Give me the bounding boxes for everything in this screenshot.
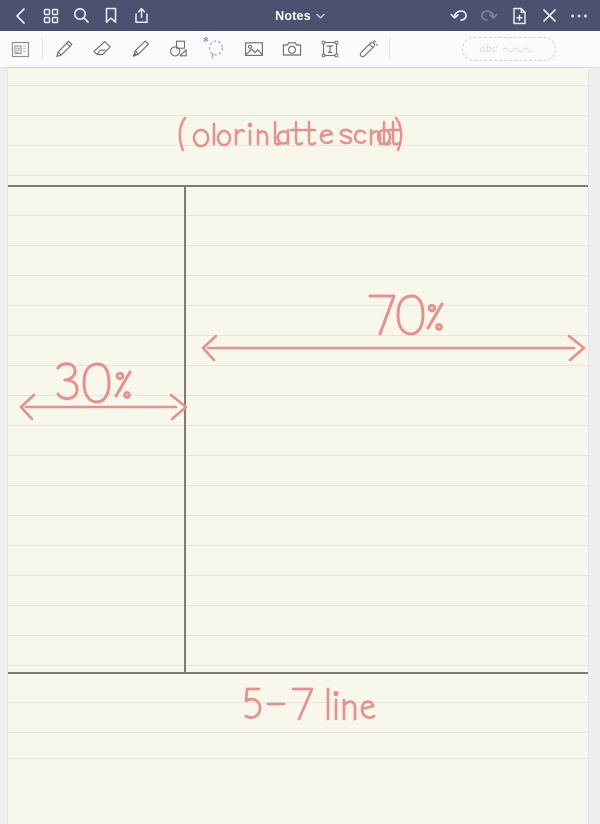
page-title: Notes (275, 8, 311, 23)
grid-icon[interactable] (36, 0, 66, 31)
note-page-canvas[interactable]: (Optional tite section) 70% 30% 5-7 line… (8, 68, 588, 824)
more-icon[interactable] (564, 0, 594, 31)
ruled-lines (8, 68, 588, 824)
image-icon[interactable] (235, 31, 273, 68)
share-icon[interactable] (126, 0, 156, 31)
page-style-icon[interactable] (0, 31, 40, 68)
redo-icon[interactable] (474, 0, 504, 31)
header-divider-line (8, 185, 588, 187)
toolbar-divider-1 (42, 38, 43, 60)
bookmark-icon[interactable] (96, 0, 126, 31)
close-icon[interactable] (534, 0, 564, 31)
navbar-right-group (444, 0, 600, 31)
footer-divider-line (8, 672, 588, 674)
chevron-down-icon[interactable] (316, 13, 325, 19)
lasso-badge-icon: ✻ (203, 36, 209, 44)
notes-app-window: Notes ✻ abc (0, 0, 600, 824)
handwriting-to-text-field[interactable]: abc (462, 37, 556, 61)
back-icon[interactable] (6, 0, 36, 31)
drawing-toolbar: ✻ abc (0, 31, 600, 68)
squiggle-icon (502, 45, 538, 53)
new-page-icon[interactable] (504, 0, 534, 31)
column-divider-line (184, 185, 186, 673)
highlighter-icon[interactable] (121, 31, 159, 68)
search-icon[interactable] (66, 0, 96, 31)
shape-icon[interactable] (159, 31, 197, 68)
handwriting-placeholder: abc (479, 43, 498, 55)
pen-icon[interactable] (45, 31, 83, 68)
text-box-icon[interactable] (311, 31, 349, 68)
lasso-icon[interactable]: ✻ (197, 31, 235, 68)
undo-icon[interactable] (444, 0, 474, 31)
magic-wand-icon[interactable] (349, 31, 387, 68)
top-navigation-bar: Notes (0, 0, 600, 31)
eraser-icon[interactable] (83, 31, 121, 68)
toolbar-divider-2 (389, 38, 390, 60)
camera-icon[interactable] (273, 31, 311, 68)
navbar-left-group (0, 0, 156, 31)
